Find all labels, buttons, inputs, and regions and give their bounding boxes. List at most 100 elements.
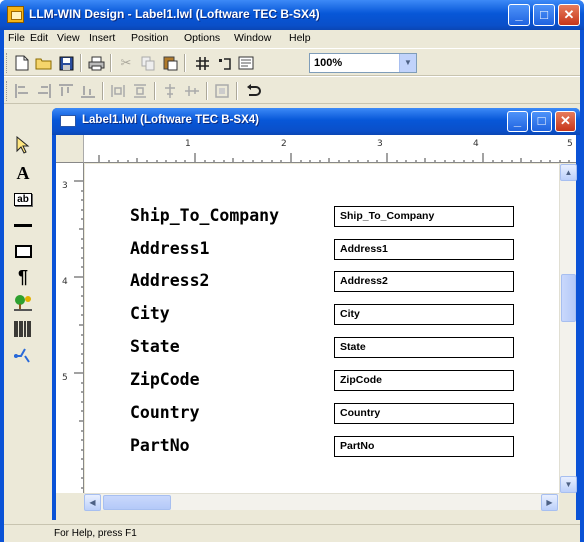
vertical-scrollbar[interactable]: ▲ ▼ (559, 164, 577, 493)
close-button[interactable]: ✕ (558, 4, 580, 26)
field-label[interactable]: PartNo (130, 436, 190, 455)
document-maximize-button[interactable]: □ (531, 111, 552, 132)
menu-file[interactable]: File (8, 32, 25, 44)
field-box[interactable]: State (334, 337, 514, 358)
scroll-corner (559, 493, 576, 510)
ruler-label: 5 (62, 373, 68, 383)
field-box[interactable]: Address1 (334, 239, 514, 260)
field-box-text: Country (340, 407, 381, 419)
document-titlebar[interactable]: Label1.lwl (Loftware TEC B-SX4) _ □ ✕ (52, 108, 580, 135)
document-close-button[interactable]: ✕ (555, 111, 576, 132)
menu-window[interactable]: Window (234, 32, 271, 44)
field-label[interactable]: Country (130, 403, 200, 422)
app-icon[interactable] (7, 6, 24, 23)
scroll-up-icon[interactable]: ▲ (560, 164, 577, 181)
scroll-down-icon[interactable]: ▼ (560, 476, 577, 493)
menu-edit[interactable]: Edit (30, 32, 48, 44)
toolbar-grip[interactable] (6, 53, 9, 73)
pointer-icon[interactable] (12, 134, 34, 156)
field-label[interactable]: State (130, 337, 180, 356)
maximize-button[interactable]: □ (533, 4, 555, 26)
space-vertical-icon[interactable] (130, 81, 150, 101)
open-folder-icon[interactable] (34, 53, 54, 73)
paragraph-tool-icon[interactable]: ¶ (12, 266, 34, 288)
field-box-text: Address2 (340, 275, 388, 287)
chevron-down-icon[interactable]: ▼ (399, 54, 416, 72)
cut-icon[interactable]: ✂ (116, 53, 136, 73)
paste-icon[interactable] (160, 53, 180, 73)
horizontal-scroll-thumb[interactable] (103, 495, 171, 510)
scroll-left-icon[interactable]: ◀ (84, 494, 101, 511)
ruler-label: 2 (281, 139, 287, 149)
center-vertical-icon[interactable] (182, 81, 202, 101)
menu-view[interactable]: View (57, 32, 80, 44)
ruler-label: 4 (62, 277, 68, 287)
image-tool-icon[interactable] (12, 292, 34, 314)
field-box[interactable]: Ship_To_Company (334, 206, 514, 227)
align-bottom-icon[interactable] (78, 81, 98, 101)
textbox-tool-icon[interactable]: ab (12, 188, 34, 210)
ruler-corner[interactable] (56, 135, 84, 163)
scroll-right-icon[interactable]: ▶ (541, 494, 558, 511)
copy-icon[interactable] (138, 53, 158, 73)
print-icon[interactable] (86, 53, 106, 73)
vertical-scroll-thumb[interactable] (561, 274, 576, 322)
field-box[interactable]: Address2 (334, 271, 514, 292)
grid-icon[interactable] (192, 53, 212, 73)
menu-bar: File Edit View Insert Position Options W… (4, 30, 580, 48)
snap-icon[interactable] (214, 53, 234, 73)
field-box-text: City (340, 308, 360, 320)
zoom-value: 100% (314, 57, 343, 69)
field-label[interactable]: Ship_To_Company (130, 206, 279, 225)
label-canvas[interactable]: Ship_To_Company Ship_To_Company Address1… (85, 164, 559, 493)
field-label[interactable]: Address1 (130, 239, 209, 258)
document-minimize-button[interactable]: _ (507, 111, 528, 132)
field-box[interactable]: PartNo (334, 436, 514, 457)
app-titlebar[interactable]: LLM-WIN Design - Label1.lwl (Loftware TE… (0, 0, 584, 30)
align-left-icon[interactable] (12, 81, 32, 101)
ruler-label: 3 (377, 139, 383, 149)
group-icon[interactable] (212, 81, 232, 101)
connector-tool-icon[interactable] (12, 344, 34, 366)
field-label[interactable]: ZipCode (130, 370, 200, 389)
ruler-label: 5 (567, 139, 573, 149)
minimize-button[interactable]: _ (508, 4, 530, 26)
document-title: Label1.lwl (Loftware TEC B-SX4) (82, 114, 259, 126)
undo-icon[interactable] (244, 81, 264, 101)
standard-toolbar: ✂ 100% ▼ (4, 48, 580, 76)
menu-options[interactable]: Options (184, 32, 220, 44)
save-icon[interactable] (56, 53, 76, 73)
document-icon[interactable] (60, 115, 76, 127)
menu-insert[interactable]: Insert (89, 32, 115, 44)
vertical-ruler: 3 4 5 (56, 163, 84, 493)
properties-icon[interactable] (236, 53, 256, 73)
barcode-tool-icon[interactable] (12, 318, 34, 340)
textbox-tool-label: ab (14, 192, 32, 206)
space-horizontal-icon[interactable] (108, 81, 128, 101)
horizontal-ruler: 1 2 3 4 5 (84, 135, 576, 163)
align-top-icon[interactable] (56, 81, 76, 101)
status-bar: For Help, press F1 (4, 524, 580, 542)
rectangle-tool-icon[interactable] (12, 240, 34, 262)
center-horizontal-icon[interactable] (160, 81, 180, 101)
status-text: For Help, press F1 (54, 528, 137, 539)
field-box-text: Address1 (340, 243, 388, 255)
app-title: LLM-WIN Design - Label1.lwl (Loftware TE… (29, 7, 320, 21)
field-label[interactable]: City (130, 304, 170, 323)
text-tool-icon[interactable]: A (12, 162, 34, 184)
toolbar-grip[interactable] (6, 81, 9, 101)
field-box[interactable]: ZipCode (334, 370, 514, 391)
menu-position[interactable]: Position (131, 32, 168, 44)
field-box[interactable]: Country (334, 403, 514, 424)
menu-help[interactable]: Help (289, 32, 311, 44)
field-box[interactable]: City (334, 304, 514, 325)
align-right-icon[interactable] (34, 81, 54, 101)
tool-palette: A ab ¶ (4, 134, 42, 529)
alignment-toolbar (4, 76, 580, 104)
new-file-icon[interactable] (12, 53, 32, 73)
zoom-select[interactable]: 100% ▼ (309, 53, 417, 73)
horizontal-scrollbar[interactable]: ◀ ▶ (84, 493, 559, 511)
ruler-label: 3 (62, 181, 68, 191)
field-label[interactable]: Address2 (130, 271, 209, 290)
line-tool-icon[interactable] (12, 214, 34, 236)
